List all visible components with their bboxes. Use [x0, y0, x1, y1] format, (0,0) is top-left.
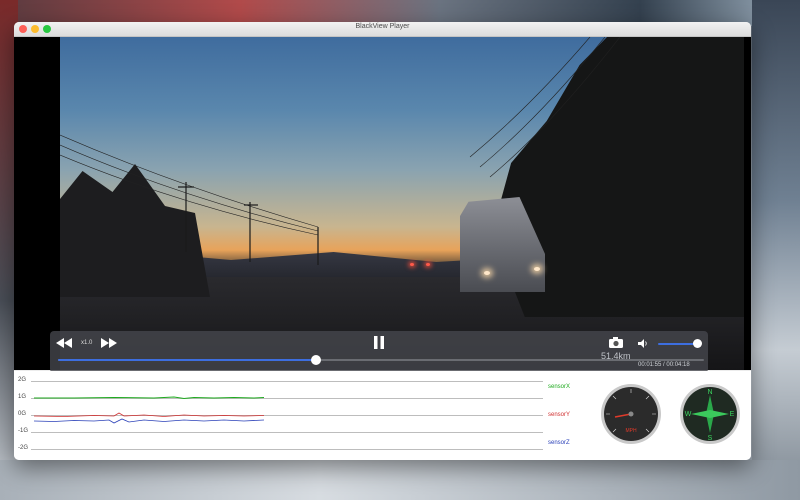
sensor-panel: 2G 1G 0G -1G -2G sensorX sensorY sensorZ [14, 371, 751, 460]
volume-knob[interactable] [693, 339, 702, 348]
speed-unit: MPH [625, 428, 637, 434]
video-frame [60, 37, 744, 370]
compass-west: W [685, 411, 692, 418]
speaker-icon[interactable] [638, 339, 648, 348]
playback-controls: x1.0 51.4km 00:01:55 / 00:04:18 [50, 331, 708, 373]
compass-gauge: N E S W [680, 384, 740, 444]
video-area[interactable]: x1.0 51.4km 00:01:55 / 00:04:18 [14, 37, 751, 373]
seek-progress [58, 359, 317, 361]
desktop-background-bottom [0, 460, 800, 500]
volume-slider[interactable] [658, 343, 696, 345]
sensor-x-label: sensorX [548, 384, 571, 390]
time-readout: 00:01:55 / 00:04:18 [638, 362, 690, 368]
pause-icon[interactable] [373, 336, 385, 349]
compass-east: E [730, 411, 735, 418]
compass-north: N [707, 389, 712, 396]
window-title: BlackView Player [355, 23, 410, 30]
desktop-background-right [752, 0, 800, 500]
camera-icon[interactable] [609, 337, 623, 348]
sensor-y-trace [33, 412, 265, 417]
title-bar[interactable]: BlackView Player [14, 22, 751, 37]
compass-south: S [708, 435, 713, 442]
sensor-x-trace [34, 396, 265, 400]
speed-label: x1.0 [81, 340, 93, 346]
seek-knob[interactable] [311, 355, 322, 365]
sensor-z-label: sensorZ [548, 440, 570, 446]
rewind-icon[interactable] [56, 338, 72, 348]
seek-bar[interactable] [58, 359, 704, 361]
video-power-lines [60, 37, 621, 265]
sensor-y-label: sensorY [548, 412, 571, 418]
sensor-z-trace [33, 418, 265, 424]
speedometer-gauge: MPH [601, 384, 661, 444]
player-window: BlackView Player x1.0 51.4km 00:01:55 / … [14, 22, 751, 460]
fast-forward-icon[interactable] [101, 338, 117, 348]
